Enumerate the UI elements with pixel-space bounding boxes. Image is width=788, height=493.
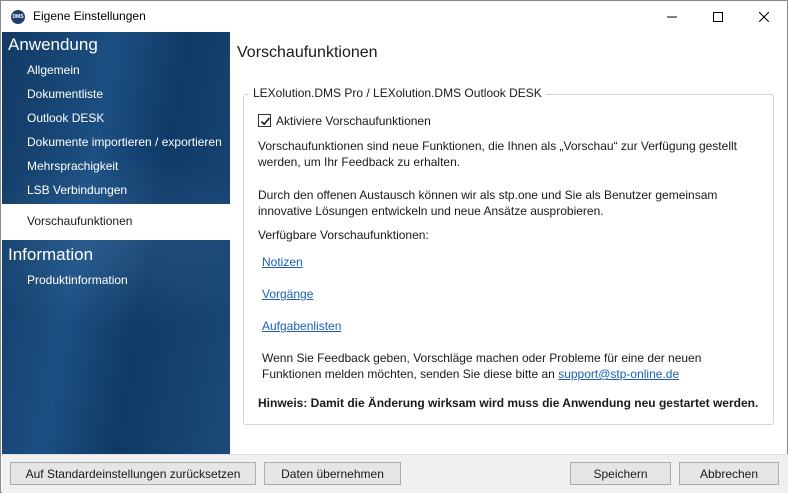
apply-button[interactable]: Daten übernehmen: [264, 462, 401, 485]
intro-line-1: Vorschaufunktionen sind neue Funktionen,…: [258, 139, 737, 153]
link-notizen[interactable]: Notizen: [262, 255, 303, 269]
minimize-button[interactable]: [649, 1, 695, 32]
page-title: Vorschaufunktionen: [237, 44, 378, 61]
save-button[interactable]: Speichern: [570, 462, 671, 485]
sidebar-item-dokumente-import-export[interactable]: Dokumente importieren / exportieren: [27, 135, 222, 149]
feedback-line-2: Funktionen melden möchten, senden Sie di…: [262, 366, 772, 382]
sidebar-section-information: Information: [8, 245, 94, 264]
feedback-line-1: Wenn Sie Feedback geben, Vorschläge mach…: [262, 351, 702, 365]
settings-window: DMS Eigene Einstellungen Anwendung Allge…: [0, 0, 788, 493]
link-aufgabenlisten[interactable]: Aufgabenlisten: [262, 319, 341, 333]
maximize-icon: [713, 11, 723, 22]
sidebar: Anwendung Allgemein Dokumentliste Outloo…: [2, 32, 230, 454]
sidebar-section-anwendung: Anwendung: [8, 35, 98, 54]
title-bar[interactable]: DMS Eigene Einstellungen: [1, 1, 787, 32]
activate-preview-checkbox[interactable]: [258, 114, 271, 127]
sidebar-item-dokumentliste[interactable]: Dokumentliste: [27, 87, 103, 101]
exchange-line-2: innovative Lösungen entwickeln und neue …: [258, 204, 604, 218]
exchange-paragraph: Durch den offenen Austausch können wir a…: [258, 187, 768, 219]
checkbox-label[interactable]: Aktiviere Vorschaufunktionen: [276, 114, 431, 128]
group-label: LEXolution.DMS Pro / LEXolution.DMS Outl…: [249, 86, 546, 100]
exchange-line-1: Durch den offenen Austausch können wir a…: [258, 188, 718, 202]
available-features-label: Verfügbare Vorschaufunktionen:: [258, 228, 429, 242]
support-email-link[interactable]: support@stp-online.de: [558, 367, 679, 381]
sidebar-item-mehrsprachigkeit[interactable]: Mehrsprachigkeit: [27, 159, 118, 173]
app-logo-icon: DMS: [11, 10, 25, 24]
intro-paragraph: Vorschaufunktionen sind neue Funktionen,…: [258, 138, 768, 170]
checkmark-icon: [260, 117, 271, 126]
minimize-icon: [667, 16, 677, 17]
feedback-paragraph: Wenn Sie Feedback geben, Vorschläge mach…: [262, 350, 772, 382]
maximize-button[interactable]: [695, 1, 741, 32]
reset-defaults-button[interactable]: Auf Standardeinstellungen zurücksetzen: [10, 462, 256, 485]
link-vorgaenge[interactable]: Vorgänge: [262, 287, 313, 301]
restart-hint: Hinweis: Damit die Änderung wirksam wird…: [258, 396, 759, 410]
sidebar-item-vorschaufunktionen[interactable]: Vorschaufunktionen: [2, 204, 230, 240]
window-title: Eigene Einstellungen: [33, 9, 146, 23]
intro-line-2: werden, um Ihr Feedback zu erhalten.: [258, 155, 461, 169]
cancel-button[interactable]: Abbrechen: [679, 462, 779, 485]
feedback-line-2-text: Funktionen melden möchten, senden Sie di…: [262, 367, 559, 381]
sidebar-item-produktinformation[interactable]: Produktinformation: [27, 273, 128, 287]
sidebar-item-outlook-desk[interactable]: Outlook DESK: [27, 111, 104, 125]
sidebar-item-label: Vorschaufunktionen: [27, 214, 133, 228]
sidebar-item-allgemein[interactable]: Allgemein: [27, 63, 80, 77]
close-icon: [759, 11, 769, 22]
close-button[interactable]: [741, 1, 787, 32]
sidebar-item-lsb-verbindungen[interactable]: LSB Verbindungen: [27, 183, 127, 197]
